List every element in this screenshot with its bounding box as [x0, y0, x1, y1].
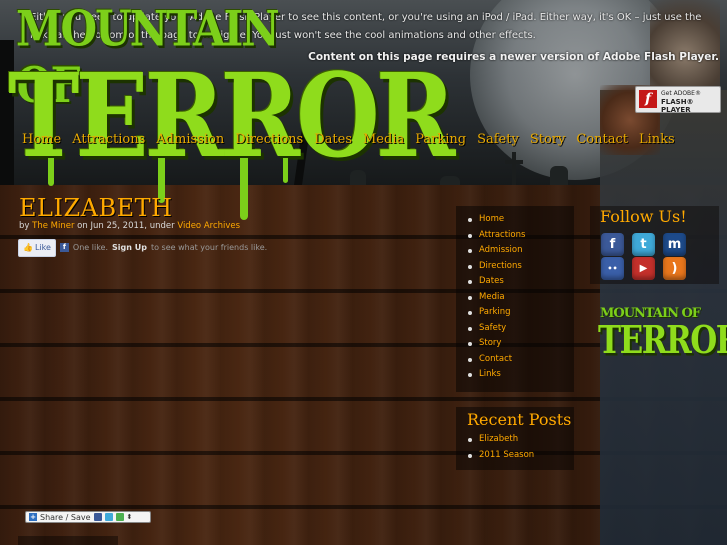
- recent-post-item[interactable]: Elizabeth: [456, 432, 574, 448]
- sidebar-logo-line2: TERROR: [598, 318, 727, 363]
- post-meta: by The Miner on Jun 25, 2011, under Vide…: [19, 221, 240, 231]
- follow-us-widget: Follow Us! f t m •• ▶ ): [590, 206, 719, 284]
- nav-home[interactable]: Home: [22, 132, 61, 152]
- slime-drip: [283, 158, 288, 183]
- nav-safety[interactable]: Safety: [477, 132, 519, 152]
- facebook-small-icon: f: [59, 243, 69, 252]
- myspace-icon[interactable]: m: [663, 233, 686, 256]
- sidebar-item-story[interactable]: Story: [456, 336, 574, 352]
- nav-contact[interactable]: Contact: [576, 132, 628, 152]
- sidebar-item-parking[interactable]: Parking: [456, 305, 574, 321]
- sidebar-item-home[interactable]: Home: [456, 212, 574, 228]
- nav-links[interactable]: Links: [639, 132, 675, 152]
- facebook-like-button[interactable]: 👍 Like: [18, 238, 56, 257]
- sidebar-item-directions[interactable]: Directions: [456, 259, 574, 275]
- site-logo[interactable]: MOUNTAIN OF TERROR: [8, 1, 456, 223]
- sidebar-item-attractions[interactable]: Attractions: [456, 228, 574, 244]
- sidebar-item-media[interactable]: Media: [456, 290, 574, 306]
- share-save-button[interactable]: + Share / Save ⬍: [25, 511, 151, 523]
- meta-date: on Jun 25, 2011, under: [77, 221, 175, 231]
- sidebar-item-links[interactable]: Links: [456, 367, 574, 383]
- nav-directions[interactable]: Directions: [235, 132, 303, 152]
- flash-icon: f: [639, 90, 657, 108]
- sidebar-logo[interactable]: MOUNTAIN OF TERROR: [598, 306, 727, 378]
- slime-drip: [240, 158, 248, 220]
- recent-posts-heading: Recent Posts: [467, 410, 572, 429]
- sidebar-menu: Home Attractions Admission Directions Da…: [456, 206, 574, 392]
- rss-icon[interactable]: ): [663, 257, 686, 280]
- get-flash-line2: FLASH® PLAYER: [661, 98, 694, 114]
- facebook-icon[interactable]: f: [601, 233, 624, 256]
- sidebar-item-safety[interactable]: Safety: [456, 321, 574, 337]
- facebook-like-bar: 👍 Like f One like. Sign Up to see what y…: [18, 238, 268, 257]
- recent-posts-widget: Recent Posts Elizabeth 2011 Season: [456, 407, 574, 470]
- dropdown-arrow-icon: ⬍: [126, 513, 133, 521]
- nav-story[interactable]: Story: [530, 132, 566, 152]
- share-label: Share / Save: [40, 512, 91, 522]
- sidebar-item-dates[interactable]: Dates: [456, 274, 574, 290]
- email-mini-icon: [115, 513, 124, 521]
- top-navigation: Home Attractions Admission Directions Da…: [22, 132, 675, 152]
- author-link[interactable]: The Miner: [32, 221, 74, 231]
- youtube-icon[interactable]: ▶: [632, 257, 655, 280]
- facebook-mini-icon: [93, 513, 102, 521]
- nav-parking[interactable]: Parking: [415, 132, 466, 152]
- nav-media[interactable]: Media: [363, 132, 404, 152]
- nav-attractions[interactable]: Attractions: [72, 132, 145, 152]
- get-flash-player-button[interactable]: f Get ADOBE® FLASH® PLAYER: [635, 86, 721, 114]
- like-count-text: One like.: [72, 243, 109, 252]
- like-suffix-text: to see what your friends like.: [150, 243, 268, 252]
- follow-us-heading: Follow Us!: [600, 207, 687, 226]
- thumbs-up-icon: 👍: [23, 243, 33, 252]
- facebook-signup-link[interactable]: Sign Up: [112, 243, 147, 252]
- twitter-icon[interactable]: t: [632, 233, 655, 256]
- meta-by: by: [19, 221, 30, 231]
- logo-line2: TERROR: [8, 48, 456, 184]
- nav-dates[interactable]: Dates: [314, 132, 352, 152]
- slime-drip: [48, 158, 54, 186]
- twitter-mini-icon: [104, 513, 113, 521]
- sidebar-item-contact[interactable]: Contact: [456, 352, 574, 368]
- recent-post-item[interactable]: 2011 Season: [456, 448, 574, 464]
- like-label: Like: [34, 243, 51, 252]
- get-flash-line1: Get ADOBE®: [661, 90, 701, 97]
- flickr-icon[interactable]: ••: [601, 257, 624, 280]
- nav-admission[interactable]: Admission: [156, 132, 224, 152]
- post-title[interactable]: ELIZABETH: [19, 194, 173, 222]
- sidebar-item-admission[interactable]: Admission: [456, 243, 574, 259]
- share-plus-icon: +: [29, 513, 37, 521]
- footer-fragment: [18, 536, 118, 545]
- category-link[interactable]: Video Archives: [177, 221, 240, 231]
